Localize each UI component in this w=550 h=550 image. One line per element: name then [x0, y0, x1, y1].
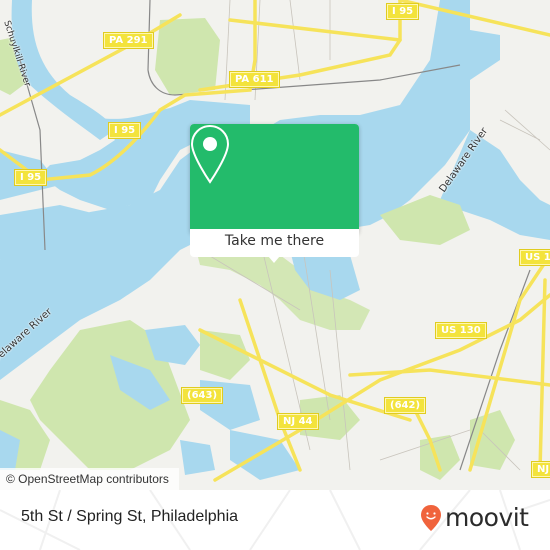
stop-name: 5th St / Spring St, Philadelphia	[21, 508, 239, 525]
take-me-there-button[interactable]: Take me there	[190, 229, 359, 257]
popup-header	[190, 124, 359, 229]
map-pin-icon	[190, 124, 230, 184]
popup-pointer	[268, 256, 280, 263]
road-shield-nj-44: NJ 44	[278, 414, 318, 429]
road-shield-cr-643: (643)	[182, 388, 223, 403]
road-shield-cr-642: (642)	[385, 398, 426, 413]
footer-bar: 5th St / Spring St, Philadelphia moovit	[0, 490, 550, 550]
moovit-logo[interactable]: moovit	[420, 503, 529, 533]
road-shield-us-130: US 130	[436, 323, 486, 338]
road-shield-i95: I 95	[109, 123, 141, 138]
road-shield-us-130: US 130	[520, 250, 550, 265]
map-attribution[interactable]: © OpenStreetMap contributors	[0, 468, 179, 490]
moovit-wordmark: moovit	[445, 503, 529, 532]
moovit-smiley-pin-icon	[421, 505, 441, 531]
map-view[interactable]: PA 291 PA 611 I 95 I 95 I 95 US 130 US 1…	[0, 0, 550, 490]
road-shield-pa-291: PA 291	[104, 33, 153, 48]
take-me-there-popup[interactable]: Take me there	[190, 124, 359, 263]
road-shield-nj-44: NJ 44	[532, 462, 550, 477]
road-shield-i95: I 95	[387, 4, 419, 19]
road-shield-i95: I 95	[15, 170, 47, 185]
road-shield-pa-611: PA 611	[230, 72, 279, 87]
